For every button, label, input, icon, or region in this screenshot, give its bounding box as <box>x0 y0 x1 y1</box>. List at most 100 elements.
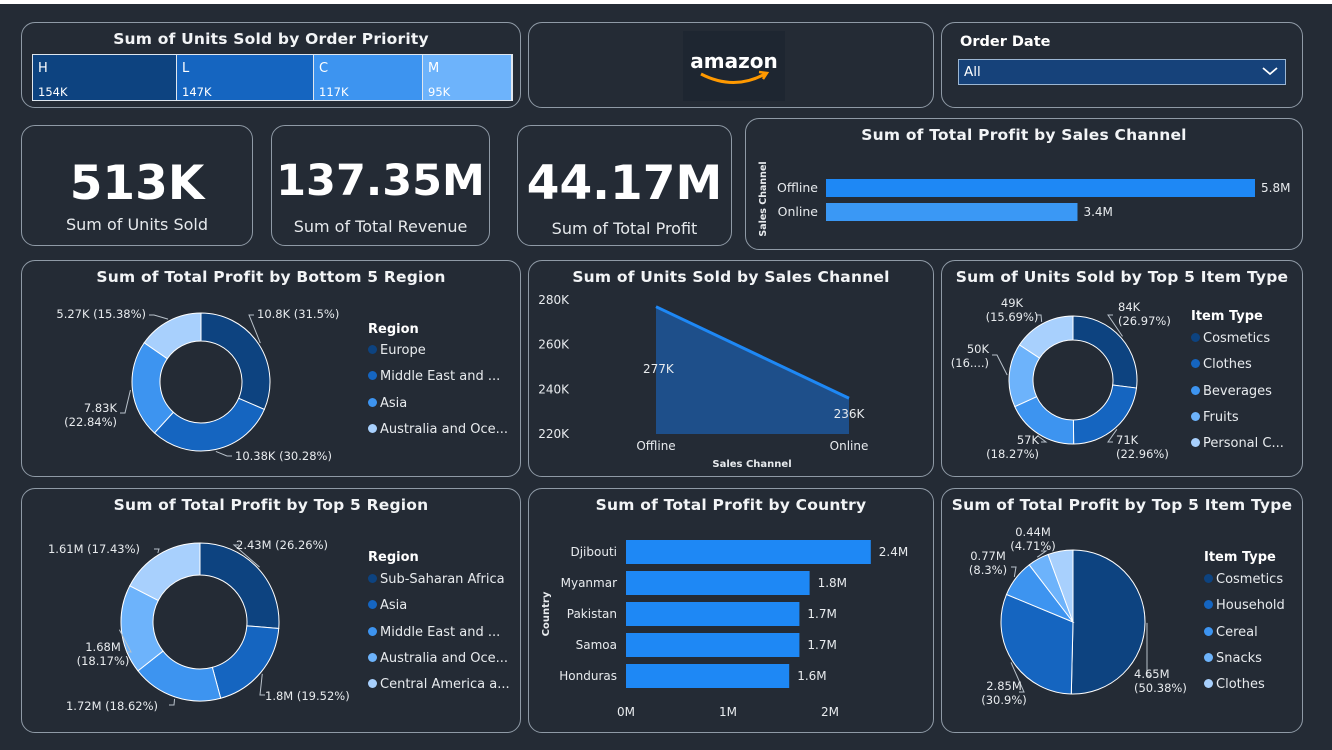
kpi-units-sold: 513K Sum of Units Sold <box>21 125 253 246</box>
legend-item[interactable]: Sub-Saharan Africa <box>368 572 505 587</box>
leader-line <box>169 698 176 706</box>
order-date-dropdown[interactable]: All <box>958 59 1286 85</box>
chart-profit-top5-item[interactable]: Sum of Total Profit by Top 5 Item Type 4… <box>941 488 1303 733</box>
data-label: 84K (26.97%) <box>1118 300 1171 328</box>
top5-region-donut-svg: 2.43M (26.26%) 1.8M (19.52%) 1.72M (18.62%… <box>48 538 350 713</box>
legend-label: Household <box>1216 598 1285 614</box>
legend-item[interactable]: Europe <box>368 343 426 358</box>
leader-line <box>120 389 131 414</box>
slicer-label: Order Date <box>960 34 1051 50</box>
bar[interactable] <box>826 179 1255 197</box>
legend-item[interactable]: Household <box>1204 598 1285 613</box>
legend-item[interactable]: Cereal <box>1204 625 1258 640</box>
treemap-card[interactable]: Sum of Units Sold by Order Priority H 154… <box>21 22 521 108</box>
data-label: 71K (22.96%) <box>1116 433 1169 461</box>
legend-dot-icon <box>1204 679 1213 689</box>
bar[interactable] <box>626 664 790 688</box>
legend-item[interactable]: Australia and Oce... <box>368 651 508 666</box>
kpi-units-sold-label: Sum of Units Sold <box>65 215 208 234</box>
x-tick-label: 2M <box>821 705 839 719</box>
legend-item[interactable]: Asia <box>368 396 407 411</box>
legend-item[interactable]: Asia <box>368 598 407 613</box>
data-label: 1.8M <box>818 576 847 590</box>
legend-dot-icon <box>368 345 377 354</box>
y-tick-label: 260K <box>538 338 570 352</box>
bottom5-region-donut-svg: 10.8K (31.5%) 10.38K (30.28%) 7.83K (22.84%… <box>56 307 339 463</box>
treemap-cell-value: 147K <box>182 85 212 99</box>
data-label: 0.44M (4.71%) <box>1010 525 1056 553</box>
treemap-cell-value: 117K <box>319 85 349 99</box>
legend-item[interactable]: Personal C... <box>1191 436 1284 451</box>
sales-channel-profit-svg: Sales Channel Offline 5.8M Online 3.4M <box>758 161 1290 236</box>
legend-dot-icon <box>368 423 377 433</box>
legend-dot-icon <box>1204 574 1213 583</box>
chart-profit-bottom5-region[interactable]: Sum of Total Profit by Bottom 5 Region 1… <box>21 260 521 477</box>
legend-item[interactable]: Fruits <box>1191 410 1239 425</box>
legend-label: Central America a... <box>380 677 510 693</box>
data-label: 57K (18.27%) <box>986 433 1039 461</box>
legend-item[interactable]: Beverages <box>1191 384 1272 399</box>
chart-units-top5-item[interactable]: Sum of Units Sold by Top 5 Item Type 84K… <box>941 260 1303 477</box>
category-label: Honduras <box>559 669 617 683</box>
bar[interactable] <box>826 203 1078 221</box>
legend-item[interactable]: Middle East and ... <box>368 369 500 384</box>
legend-item[interactable]: Central America a... <box>368 677 510 692</box>
treemap-cell[interactable]: L 147K <box>177 55 314 100</box>
legend-item[interactable]: Cosmetics <box>1204 572 1283 587</box>
bar[interactable] <box>626 602 800 626</box>
treemap-cell-label: C <box>319 61 329 76</box>
legend-label: Sub-Saharan Africa <box>380 572 505 587</box>
treemap-cell-label: L <box>182 61 190 76</box>
x-axis-label: Sales Channel <box>712 459 791 470</box>
legend-item[interactable]: Middle East and ... <box>368 625 500 640</box>
legend-label: Middle East and ... <box>380 624 501 640</box>
legend-dot-icon <box>1204 600 1213 610</box>
legend-label: Snacks <box>1216 650 1262 666</box>
legend-dot-icon <box>1191 411 1200 421</box>
legend-dot-icon <box>368 371 377 381</box>
treemap-cell-value: 95K <box>428 85 451 99</box>
chart-units-by-sales-channel[interactable]: Sum of Units Sold by Sales Channel 280K 2… <box>528 260 934 477</box>
category-label: Samoa <box>576 638 617 652</box>
data-label: 50K (16....) <box>951 342 990 370</box>
bar[interactable] <box>626 633 800 657</box>
bar[interactable] <box>626 540 871 564</box>
pie-slice[interactable] <box>211 625 280 699</box>
logo-smile-icon <box>700 72 766 84</box>
legend-item[interactable]: Snacks <box>1204 651 1262 666</box>
data-label: 5.27K (15.38%) <box>56 307 146 321</box>
country-bar-svg: Country Djibouti 2.4M Myanmar 1.8M Pakistan 1.… <box>541 540 908 719</box>
legend-item[interactable]: Clothes <box>1204 677 1265 692</box>
data-label: 7.83K (22.84%) <box>64 401 117 429</box>
legend-label: Asia <box>380 395 408 411</box>
treemap-cell[interactable]: C 117K <box>314 55 423 100</box>
data-label: 4.65M (50.38%) <box>1134 667 1187 695</box>
kpi-units-sold-value: 513K <box>69 156 205 211</box>
legend-item[interactable]: Australia and Oce... <box>368 422 508 437</box>
category-label: Djibouti <box>570 545 617 559</box>
legend-label: Clothes <box>1203 357 1252 373</box>
chart-profit-by-country[interactable]: Sum of Total Profit by Country Country Dj… <box>528 488 934 733</box>
leader-line <box>149 314 169 320</box>
bar[interactable] <box>626 571 810 595</box>
leader-line <box>1011 566 1017 577</box>
window-top-edge <box>0 0 1332 4</box>
legend-dot-icon <box>368 626 377 636</box>
legend-dot-icon <box>1191 438 1200 448</box>
leader-line <box>215 450 232 457</box>
legend-label: Cereal <box>1216 624 1258 640</box>
treemap-cell[interactable]: H 154K <box>33 55 177 100</box>
pie-slice[interactable] <box>200 312 271 411</box>
legend-label: Australia and Oce... <box>380 421 509 437</box>
legend-item[interactable]: Cosmetics <box>1191 331 1270 346</box>
profit-item-pie-svg: 4.65M (50.38%) 2.85M (30.9%) 0.77M (8.3%)0.44… <box>969 525 1187 707</box>
chart-profit-top5-region[interactable]: Sum of Total Profit by Top 5 Region 2.43… <box>21 488 521 733</box>
legend-item[interactable]: Clothes <box>1191 357 1252 372</box>
treemap-cell-value: 154K <box>38 85 68 99</box>
treemap-cell[interactable]: M 95K <box>423 55 512 100</box>
chart-profit-by-sales-channel[interactable]: Sum of Total Profit by Sales Channel Sal… <box>745 118 1303 250</box>
kpi-total-profit: 44.17M Sum of Total Profit <box>517 125 732 246</box>
pie-slice[interactable] <box>153 397 265 452</box>
pie-slice[interactable] <box>199 542 280 629</box>
legend-label: Asia <box>380 598 408 614</box>
